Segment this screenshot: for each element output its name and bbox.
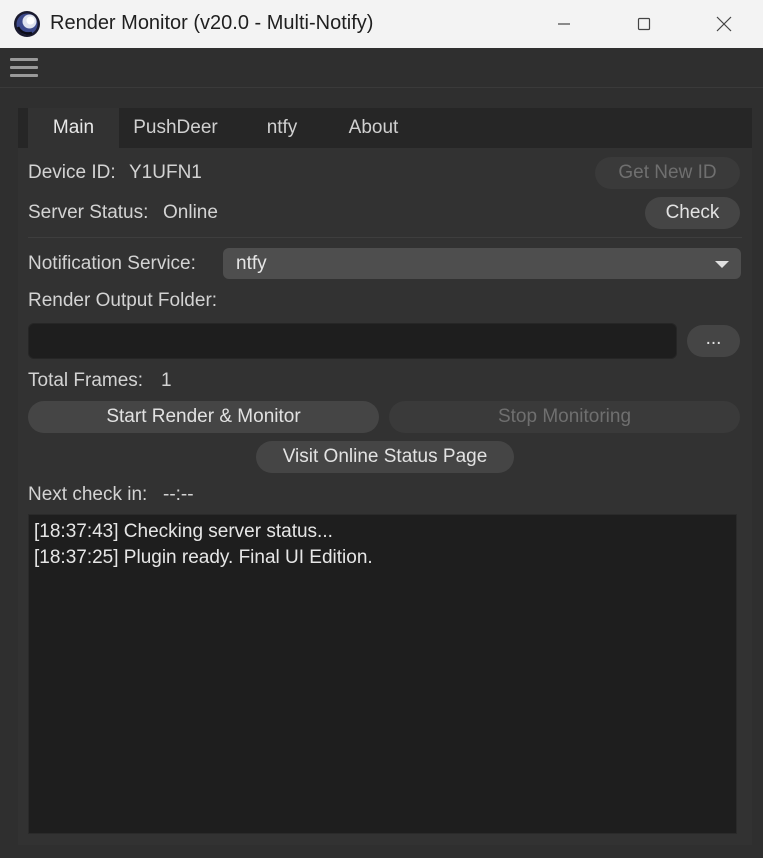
log-line: [18:37:25] Plugin ready. Final UI Editio…: [34, 547, 373, 568]
server-status-value: Online: [163, 202, 218, 223]
notification-service-select[interactable]: ntfy: [223, 248, 741, 279]
window-title: Render Monitor (v20.0 - Multi-Notify): [50, 12, 374, 34]
get-new-id-button[interactable]: Get New ID: [595, 157, 740, 189]
notification-service-label: Notification Service:: [28, 253, 196, 274]
cinema4d-app-icon: [14, 11, 40, 37]
render-output-folder-input[interactable]: [28, 323, 677, 359]
notification-service-value: ntfy: [236, 253, 267, 274]
log-output[interactable]: [18:37:43] Checking server status... [18…: [28, 514, 737, 834]
main-tab-content: Device ID: Y1UFN1 Get New ID Server Stat…: [18, 148, 752, 845]
minimize-icon: [558, 23, 570, 25]
total-frames-value: 1: [161, 370, 172, 391]
app-window: Render Monitor (v20.0 - Multi-Notify) Ma…: [0, 0, 763, 858]
tab-about[interactable]: About: [332, 108, 415, 148]
device-id-label: Device ID:: [28, 162, 116, 183]
tab-main[interactable]: Main: [28, 108, 119, 148]
tab-bar: Main PushDeer ntfy About: [18, 108, 752, 148]
start-render-monitor-button[interactable]: Start Render & Monitor: [28, 401, 379, 433]
menu-bar: [0, 48, 763, 88]
close-button[interactable]: [684, 0, 763, 48]
hamburger-menu-icon[interactable]: [10, 58, 38, 78]
log-line: [18:37:43] Checking server status...: [34, 521, 333, 542]
tab-ntfy[interactable]: ntfy: [232, 108, 332, 148]
total-frames-label: Total Frames:: [28, 370, 144, 391]
chevron-down-icon: [715, 261, 729, 268]
next-check-label: Next check in:: [28, 484, 148, 505]
stop-monitoring-button[interactable]: Stop Monitoring: [389, 401, 740, 433]
maximize-icon: [637, 17, 651, 31]
maximize-button[interactable]: [604, 0, 684, 48]
title-bar[interactable]: Render Monitor (v20.0 - Multi-Notify): [0, 0, 763, 48]
main-panel: Main PushDeer ntfy About Device ID: Y1UF…: [18, 108, 752, 845]
next-check-value: --:--: [163, 484, 194, 505]
render-output-folder-label: Render Output Folder:: [28, 290, 218, 311]
visit-online-status-page-button[interactable]: Visit Online Status Page: [256, 441, 514, 473]
check-button[interactable]: Check: [645, 197, 740, 229]
tab-pushdeer[interactable]: PushDeer: [119, 108, 232, 148]
server-status-label: Server Status:: [28, 202, 149, 223]
minimize-button[interactable]: [524, 0, 604, 48]
close-icon: [716, 16, 732, 32]
device-id-value: Y1UFN1: [129, 162, 202, 183]
browse-button[interactable]: ...: [687, 325, 740, 357]
divider: [28, 237, 742, 238]
